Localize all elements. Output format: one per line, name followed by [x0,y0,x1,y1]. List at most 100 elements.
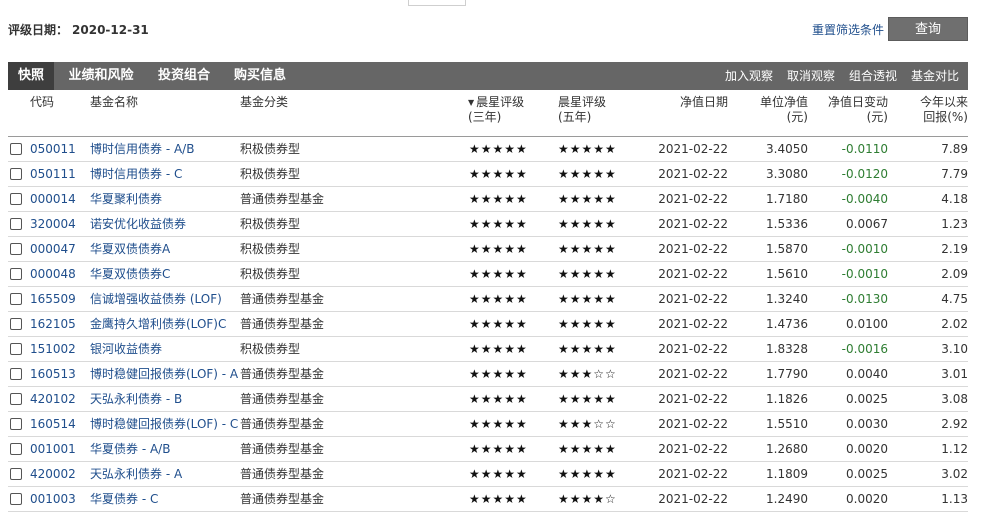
fund-name-link[interactable]: 天弘永利债券 - B [90,387,182,411]
fund-name-link[interactable]: 华夏债券 - A/B [90,437,170,461]
fund-name-link[interactable]: 博时信用债券 - A/B [90,137,194,161]
fund-code-link[interactable]: 000047 [30,237,76,261]
row-checkbox[interactable] [10,168,22,180]
reset-filters-link[interactable]: 重置筛选条件 [812,21,884,38]
fund-name-link[interactable]: 博时稳健回报债券(LOF) - A [90,362,238,386]
ytd-return: 3.10 [941,342,968,356]
fund-code-link[interactable]: 000048 [30,262,76,286]
tab-performance-risk[interactable]: 业绩和风险 [60,62,142,90]
remove-watch-link[interactable]: 取消观察 [787,62,835,90]
nav-date: 2021-02-22 [658,142,728,156]
nav-value: 1.2490 [766,492,808,506]
col-rating-3y[interactable]: ▼ 晨星评级 (三年) [468,95,524,125]
nav-value: 1.5610 [766,267,808,281]
row-checkbox[interactable] [10,468,22,480]
row-checkbox[interactable] [10,393,22,405]
fund-name-link[interactable]: 华夏债券 - C [90,487,158,511]
rating-3y-stars: ★★★★★ [469,192,528,206]
nav-date: 2021-02-22 [658,192,728,206]
table-row: 320004 诺安优化收益债券 积极债券型 ★★★★★ ★★★★★ 2021-02-22 1… [8,212,968,237]
fund-name-link[interactable]: 博时信用债券 - C [90,162,182,186]
nav-date: 2021-02-22 [658,367,728,381]
fund-name-link[interactable]: 信诚增强收益债券 (LOF) [90,287,222,311]
rating-3y-stars: ★★★★★ [469,317,528,331]
tab-portfolio[interactable]: 投资组合 [149,62,219,90]
fund-code-link[interactable]: 320004 [30,212,76,236]
fund-code-link[interactable]: 001003 [30,487,76,511]
nav-value: 1.5336 [766,217,808,231]
fund-code-link[interactable]: 420102 [30,387,76,411]
col-nav[interactable]: 单位净值 (元) [728,95,808,125]
nav-change: 0.0025 [846,467,888,481]
fund-category: 积极债券型 [240,342,301,356]
rating-5y-stars: ★★★★★ [558,142,617,156]
fund-name-link[interactable]: 博时稳健回报债券(LOF) - C [90,412,238,436]
col-code[interactable]: 代码 [30,95,54,110]
fund-name-link[interactable]: 华夏双债债券C [90,262,170,286]
fund-code-link[interactable]: 050011 [30,137,76,161]
row-checkbox[interactable] [10,268,22,280]
fund-category: 普通债券型基金 [240,317,325,331]
add-watch-link[interactable]: 加入观察 [725,62,773,90]
nav-date: 2021-02-22 [658,467,728,481]
rating-5y-stars: ★★★☆☆ [558,367,617,381]
row-checkbox[interactable] [10,193,22,205]
row-checkbox[interactable] [10,368,22,380]
sort-desc-icon: ▼ [468,98,475,107]
fund-name-link[interactable]: 华夏双债债券A [90,237,170,261]
table-row: 420102 天弘永利债券 - B 普通债券型基金 ★★★★★ ★★★★★ 2021-02… [8,387,968,412]
ytd-return: 3.01 [941,367,968,381]
tab-purchase-info[interactable]: 购买信息 [225,62,295,90]
col-name[interactable]: 基金名称 [90,95,138,110]
row-checkbox[interactable] [10,343,22,355]
row-checkbox[interactable] [10,443,22,455]
nav-value: 1.1809 [766,467,808,481]
nav-change: -0.0120 [841,167,888,181]
fund-compare-link[interactable]: 基金对比 [911,62,959,90]
fund-code-link[interactable]: 420002 [30,462,76,486]
rating-3y-stars: ★★★★★ [469,442,528,456]
tab-snapshot[interactable]: 快照 [8,62,54,90]
col-nav-change[interactable]: 净值日变动 (元) [808,95,888,125]
row-checkbox[interactable] [10,143,22,155]
nav-date: 2021-02-22 [658,317,728,331]
table-row: 160513 博时稳健回报债券(LOF) - A 普通债券型基金 ★★★★★ ★★★☆☆… [8,362,968,387]
fund-category: 普通债券型基金 [240,192,325,206]
nav-change: 0.0025 [846,392,888,406]
row-checkbox[interactable] [10,293,22,305]
rating-5y-stars: ★★★★★ [558,292,617,306]
fund-code-link[interactable]: 165509 [30,287,76,311]
fund-code-link[interactable]: 001001 [30,437,76,461]
row-checkbox[interactable] [10,243,22,255]
fund-name-link[interactable]: 华夏聚利债券 [90,187,162,211]
ytd-return: 1.12 [941,442,968,456]
fund-name-link[interactable]: 银河收益债券 [90,337,162,361]
fund-name-link[interactable]: 诺安优化收益债券 [90,212,186,236]
fund-category: 普通债券型基金 [240,442,325,456]
tab-bar: 快照 业绩和风险 投资组合 购买信息 加入观察 取消观察 组合透视 基金对比 [8,62,968,90]
fund-code-link[interactable]: 160513 [30,362,76,386]
nav-value: 1.2680 [766,442,808,456]
portfolio-xray-link[interactable]: 组合透视 [849,62,897,90]
fund-code-link[interactable]: 151002 [30,337,76,361]
row-checkbox[interactable] [10,318,22,330]
row-checkbox[interactable] [10,418,22,430]
fund-name-link[interactable]: 金鹰持久增利债券(LOF)C [90,312,226,336]
fund-code-link[interactable]: 050111 [30,162,76,186]
fund-code-link[interactable]: 162105 [30,312,76,336]
fund-category: 普通债券型基金 [240,392,325,406]
query-button[interactable]: 查询 [888,17,968,41]
fund-code-link[interactable]: 160514 [30,412,76,436]
ytd-return: 1.13 [941,492,968,506]
col-nav-date[interactable]: 净值日期 [648,95,728,110]
col-rating-5y[interactable]: 晨星评级 (五年) [558,95,606,125]
col-ytd-return[interactable]: 今年以来 回报(%) [888,95,968,125]
fund-name-link[interactable]: 天弘永利债券 - A [90,462,182,486]
col-rating-3y-line2: (三年) [468,110,502,124]
fund-code-link[interactable]: 000014 [30,187,76,211]
row-checkbox[interactable] [10,218,22,230]
table-row: 162105 金鹰持久增利债券(LOF)C 普通债券型基金 ★★★★★ ★★★★★ 202… [8,312,968,337]
row-checkbox[interactable] [10,493,22,505]
nav-change: 0.0067 [846,217,888,231]
col-category[interactable]: 基金分类 [240,95,288,110]
